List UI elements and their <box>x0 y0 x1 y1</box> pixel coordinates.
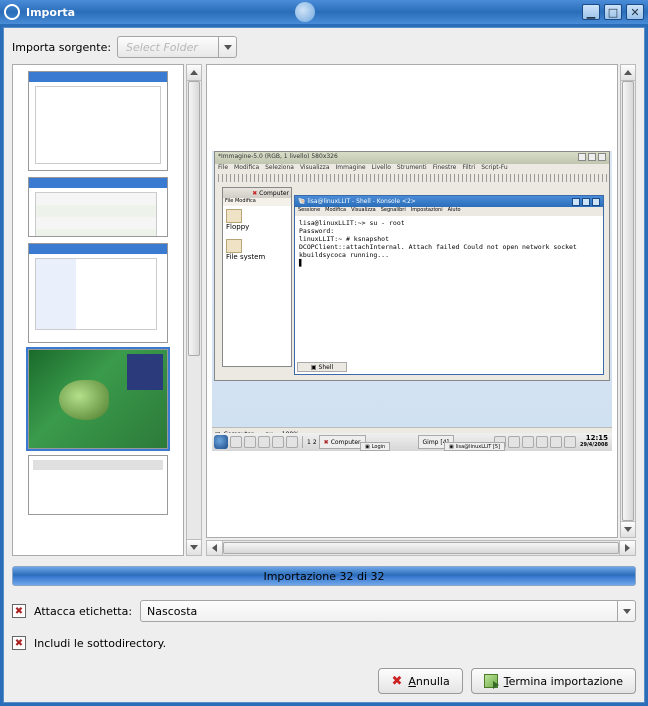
chevron-right-icon <box>625 544 630 552</box>
attach-tag-combo[interactable]: Nascosta <box>140 600 636 622</box>
thumbnail-item-selected[interactable] <box>28 349 168 449</box>
scrollbar-handle[interactable] <box>188 81 200 356</box>
konsole-window: 🐚 lisa@linuxLLIT - Shell - Konsole <2> S… <box>294 195 604 375</box>
cancel-icon: ✖ <box>391 674 402 689</box>
k-menu-icon <box>214 435 228 449</box>
scrollbar-handle[interactable] <box>622 81 634 521</box>
thumbnail-item[interactable] <box>28 177 168 237</box>
titlebar[interactable]: Importa ▁ □ ✕ <box>0 0 648 24</box>
attach-tag-value: Nascosta <box>141 605 617 618</box>
taskbar-clock-time: 12:15 <box>580 435 608 442</box>
chevron-up-icon <box>190 70 198 75</box>
scrollbar-track[interactable] <box>223 541 619 555</box>
minimize-button[interactable]: ▁ <box>582 4 600 20</box>
preview-panel: *Immagine-5.0 (RGB, 1 livello) 580x326 F… <box>206 64 636 556</box>
attach-tag-checkbox[interactable]: ✖ <box>12 604 26 618</box>
thumbnail-item[interactable] <box>28 243 168 343</box>
source-folder-combo[interactable]: Select Folder <box>117 36 237 58</box>
scroll-up-button[interactable] <box>621 65 635 81</box>
gimp-window-title: *Immagine-5.0 (RGB, 1 livello) 580x326 <box>218 153 338 163</box>
include-subdirs-label: Includi le sottodirectory. <box>34 637 166 650</box>
source-folder-dropdown-button[interactable] <box>218 37 236 57</box>
preview-image: *Immagine-5.0 (RGB, 1 livello) 580x326 F… <box>206 64 618 538</box>
scrollbar-handle[interactable] <box>223 542 619 554</box>
thumbnail-scrollbar[interactable] <box>186 64 202 556</box>
chevron-down-icon <box>224 45 232 50</box>
scroll-down-button[interactable] <box>187 539 201 555</box>
chevron-down-icon <box>624 527 632 532</box>
terminal-title: lisa@linuxLLIT - Shell - Konsole <2> <box>307 198 415 205</box>
client-area: Importa sorgente: Select Folder <box>3 27 645 703</box>
attach-tag-dropdown-button[interactable] <box>617 601 635 621</box>
attach-tag-label: Attacca etichetta: <box>34 605 132 618</box>
finish-icon <box>484 674 498 688</box>
gimp-menu-bar: FileModificaSelezionaVisualizzaImmagineL… <box>215 164 609 174</box>
source-folder-placeholder: Select Folder <box>118 41 218 54</box>
finish-import-button[interactable]: Termina importazione <box>471 668 636 694</box>
import-dialog: Importa ▁ □ ✕ Importa sorgente: Select F… <box>0 0 648 706</box>
thumbnail-item[interactable] <box>28 71 168 171</box>
scroll-right-button[interactable] <box>619 541 635 555</box>
progress-text: Importazione 32 di 32 <box>263 570 384 583</box>
import-progress-bar: Importazione 32 di 32 <box>12 566 636 586</box>
scroll-down-button[interactable] <box>621 521 635 537</box>
chevron-up-icon <box>624 70 632 75</box>
maximize-button[interactable]: □ <box>604 4 622 20</box>
screenshot-content: *Immagine-5.0 (RGB, 1 livello) 580x326 F… <box>212 151 612 451</box>
chevron-left-icon <box>212 544 217 552</box>
close-button[interactable]: ✕ <box>626 4 644 20</box>
preview-h-scrollbar[interactable] <box>206 540 636 556</box>
scrollbar-track[interactable] <box>187 81 201 539</box>
close-icon: ✖ <box>252 190 257 197</box>
scroll-up-button[interactable] <box>187 65 201 81</box>
konqueror-window: ✖ Computer File Modifica Floppy File sys… <box>222 187 292 367</box>
kde-taskbar: 12 ✖Computer ▣Login Gimp [4] ▣lisa@linux… <box>212 433 612 451</box>
thumbnail-item[interactable] <box>28 455 168 515</box>
scroll-left-button[interactable] <box>207 541 223 555</box>
app-icon <box>4 4 20 20</box>
include-subdirs-checkbox[interactable]: ✖ <box>12 636 26 650</box>
preview-v-scrollbar[interactable] <box>620 64 636 538</box>
window-title: Importa <box>26 6 289 19</box>
terminal-tab: ▣Shell <box>297 362 347 372</box>
thumbnail-panel <box>12 64 202 556</box>
swirl-icon <box>295 2 315 22</box>
chevron-down-icon <box>190 545 198 550</box>
cancel-button[interactable]: ✖ Annulla <box>378 668 462 694</box>
source-label: Importa sorgente: <box>12 41 111 54</box>
taskbar-clock-date: 29/4/2008 <box>580 442 608 449</box>
terminal-output: lisa@linuxLLIT:~> su - root Password: li… <box>295 216 603 270</box>
chevron-down-icon <box>623 609 631 614</box>
scrollbar-track[interactable] <box>621 81 635 521</box>
thumbnail-list[interactable] <box>12 64 184 556</box>
